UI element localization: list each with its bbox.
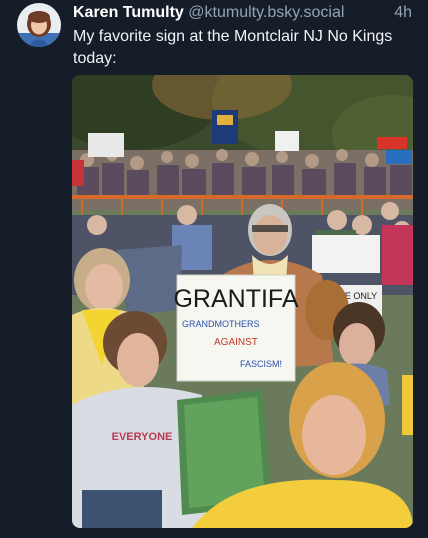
protest-crowd-image: E ONLY GRANTIFA GRANDMOTHERS AGAINST FAS… <box>72 75 413 528</box>
post-photo[interactable]: E ONLY GRANTIFA GRANDMOTHERS AGAINST FAS… <box>72 75 413 528</box>
author-avatar[interactable] <box>17 3 61 47</box>
sign-line1-text: GRANDMOTHERS <box>182 319 260 329</box>
sign-line2-text: AGAINST <box>214 337 258 348</box>
small-sign-text: E ONLY <box>345 291 377 301</box>
avatar-image <box>17 3 61 47</box>
post-text: My favorite sign at the Montclair NJ No … <box>73 28 393 67</box>
sign-main-text: GRANTIFA <box>173 285 298 313</box>
sign-line3-text: FASCISM! <box>240 359 282 369</box>
post[interactable]: Karen Tumulty @ktumulty.bsky.social 4h M… <box>0 0 428 538</box>
author-handle[interactable]: @ktumulty.bsky.social <box>188 4 344 21</box>
shirt-text: EVERYONE <box>112 431 173 443</box>
post-header: Karen Tumulty @ktumulty.bsky.social <box>73 3 413 23</box>
author-name[interactable]: Karen Tumulty <box>73 4 184 21</box>
post-timestamp[interactable]: 4h <box>394 3 412 23</box>
